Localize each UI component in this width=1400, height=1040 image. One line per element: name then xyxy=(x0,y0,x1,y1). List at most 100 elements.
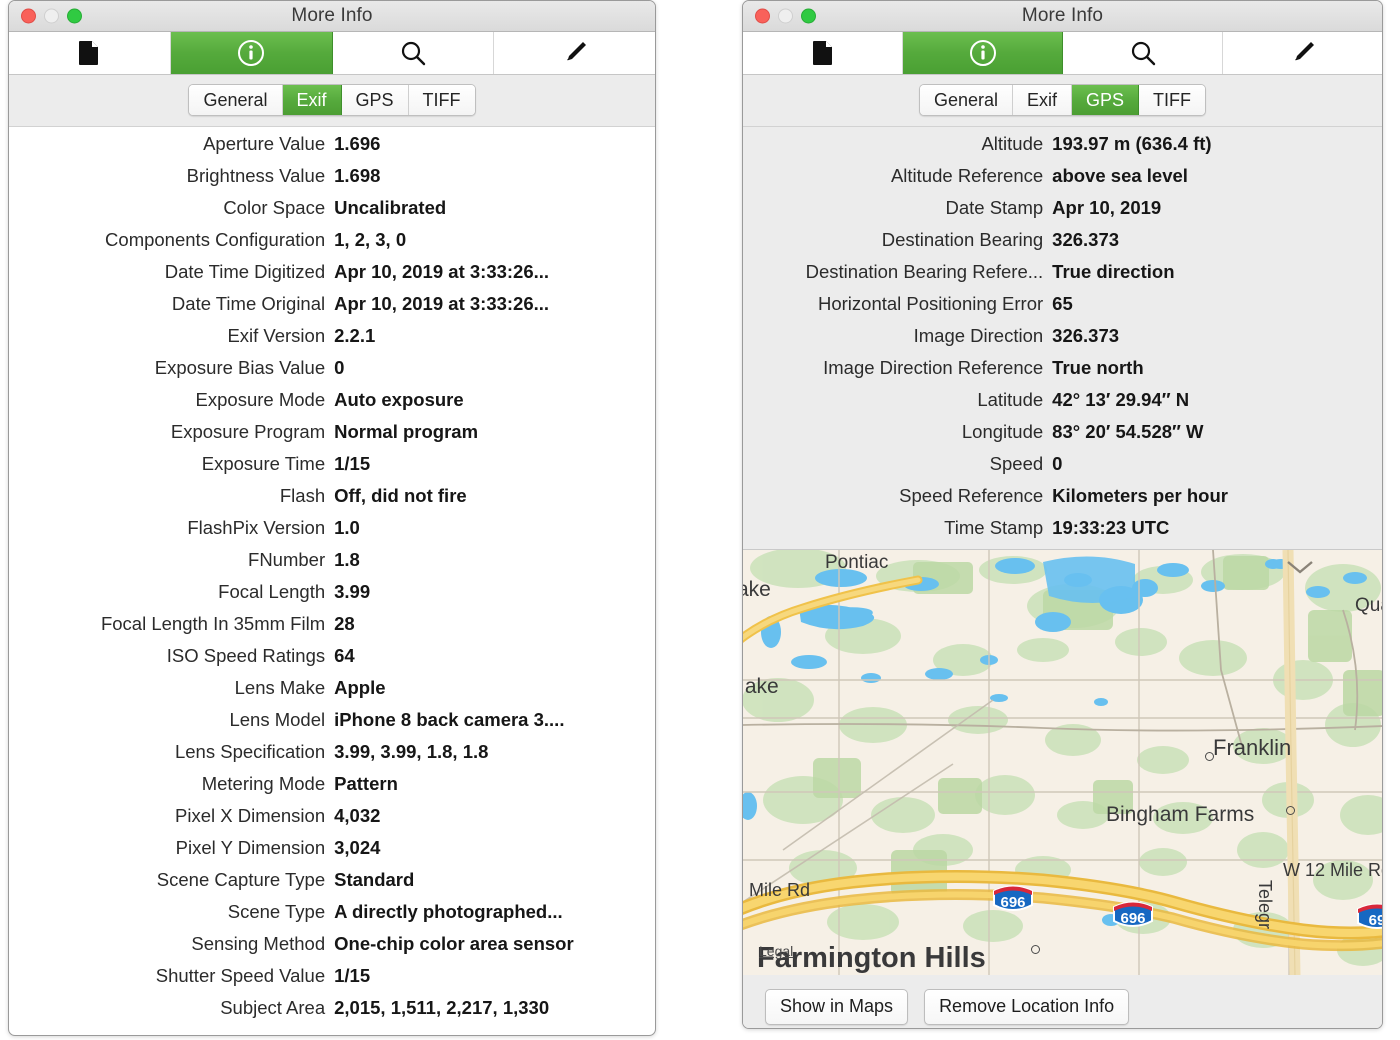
property-key: Destination Bearing Refere... xyxy=(751,261,1052,283)
property-key: Horizontal Positioning Error xyxy=(751,293,1052,315)
property-value: 193.97 m (636.4 ft) xyxy=(1052,133,1372,155)
exif-property-list: Aperture Value1.696Brightness Value1.698… xyxy=(9,127,655,1029)
property-key: Date Stamp xyxy=(751,197,1052,219)
property-key: Longitude xyxy=(751,421,1052,443)
property-row: Date StampApr 10, 2019 xyxy=(743,197,1382,229)
info-icon-button[interactable] xyxy=(903,32,1063,74)
property-key: Exposure Time xyxy=(17,453,334,475)
search-icon-button[interactable] xyxy=(333,32,495,74)
property-value: 19:33:23 UTC xyxy=(1052,517,1372,539)
property-row: Lens MakeApple xyxy=(9,677,655,709)
property-row: FlashOff, did not fire xyxy=(9,485,655,517)
property-value: Apr 10, 2019 xyxy=(1052,197,1372,219)
tab-gps[interactable]: GPS xyxy=(342,85,409,115)
remove-location-info-button[interactable]: Remove Location Info xyxy=(924,989,1129,1025)
property-key: Altitude xyxy=(751,133,1052,155)
pencil-icon-button[interactable] xyxy=(494,32,655,74)
window-controls xyxy=(755,9,816,24)
property-value: 2.2.1 xyxy=(334,325,645,347)
minimize-button[interactable] xyxy=(44,9,59,24)
right-titlebar: More Info xyxy=(743,1,1382,32)
tab-exif[interactable]: Exif xyxy=(1013,85,1072,115)
property-key: Shutter Speed Value xyxy=(17,965,334,987)
property-row: Date Time OriginalApr 10, 2019 at 3:33:2… xyxy=(9,293,655,325)
property-key: Aperture Value xyxy=(17,133,334,155)
property-value: above sea level xyxy=(1052,165,1372,187)
property-key: Brightness Value xyxy=(17,165,334,187)
property-value: 1.696 xyxy=(334,133,645,155)
pencil-icon xyxy=(561,39,589,67)
property-row: Exposure ModeAuto exposure xyxy=(9,389,655,421)
property-key: Components Configuration xyxy=(17,229,334,251)
more-info-window-exif: More Info xyxy=(8,0,656,1036)
property-value: 326.373 xyxy=(1052,229,1372,251)
tab-general[interactable]: General xyxy=(920,85,1013,115)
close-button[interactable] xyxy=(21,9,36,24)
property-value: True north xyxy=(1052,357,1372,379)
property-row: Sensing MethodOne-chip color area sensor xyxy=(9,933,655,965)
map-legal-link[interactable]: Legal xyxy=(759,943,793,959)
property-row: Time Stamp19:33:23 UTC xyxy=(743,517,1382,549)
property-value: 64 xyxy=(334,645,645,667)
pencil-icon-button[interactable] xyxy=(1223,32,1382,74)
property-value: iPhone 8 back camera 3.... xyxy=(334,709,645,731)
minimize-button[interactable] xyxy=(778,9,793,24)
document-icon xyxy=(812,40,834,66)
property-value: 1.0 xyxy=(334,517,645,539)
property-value: Pattern xyxy=(334,773,645,795)
svg-text:696: 696 xyxy=(1120,910,1145,927)
document-icon-button[interactable] xyxy=(9,32,171,74)
property-row: Exposure Bias Value0 xyxy=(9,357,655,389)
maximize-button[interactable] xyxy=(67,9,82,24)
close-button[interactable] xyxy=(755,9,770,24)
property-value: 2,015, 1,511, 2,217, 1,330 xyxy=(334,997,645,1019)
property-key: Image Direction Reference xyxy=(751,357,1052,379)
property-row: Latitude42° 13′ 29.94″ N xyxy=(743,389,1382,421)
search-icon xyxy=(1130,40,1156,66)
tab-tiff[interactable]: TIFF xyxy=(409,85,475,115)
property-row: Lens ModeliPhone 8 back camera 3.... xyxy=(9,709,655,741)
property-value: 42° 13′ 29.94″ N xyxy=(1052,389,1372,411)
gps-property-list: Altitude193.97 m (636.4 ft)Altitude Refe… xyxy=(743,127,1382,549)
window-title: More Info xyxy=(9,5,655,27)
info-icon xyxy=(238,40,264,66)
property-key: Latitude xyxy=(751,389,1052,411)
property-row: Pixel Y Dimension3,024 xyxy=(9,837,655,869)
property-value: 65 xyxy=(1052,293,1372,315)
search-icon-button[interactable] xyxy=(1063,32,1223,74)
property-value: Apple xyxy=(334,677,645,699)
info-icon-button[interactable] xyxy=(171,32,333,74)
map-city-marker xyxy=(1286,806,1295,815)
tab-general[interactable]: General xyxy=(189,85,282,115)
document-icon-button[interactable] xyxy=(743,32,903,74)
info-icon xyxy=(970,40,996,66)
property-value: Normal program xyxy=(334,421,645,443)
property-value: Apr 10, 2019 at 3:33:26... xyxy=(334,293,645,315)
window-title: More Info xyxy=(743,5,1382,27)
left-tabstrip: General Exif GPS TIFF xyxy=(9,75,655,127)
property-key: Altitude Reference xyxy=(751,165,1052,187)
property-value: 4,032 xyxy=(334,805,645,827)
property-key: Focal Length In 35mm Film xyxy=(17,613,334,635)
show-in-maps-button[interactable]: Show in Maps xyxy=(765,989,908,1025)
property-value: True direction xyxy=(1052,261,1372,283)
tab-tiff[interactable]: TIFF xyxy=(1139,85,1205,115)
location-map[interactable]: PontiacakeQua.akeFranklinBingham FarmsW … xyxy=(743,549,1382,975)
property-key: Focal Length xyxy=(17,581,334,603)
maximize-button[interactable] xyxy=(801,9,816,24)
tab-exif[interactable]: Exif xyxy=(283,85,342,115)
right-toolbar xyxy=(743,32,1382,75)
property-key: Exposure Mode xyxy=(17,389,334,411)
property-row: FlashPix Version1.0 xyxy=(9,517,655,549)
property-row: Exif Version2.2.1 xyxy=(9,325,655,357)
property-row: FNumber1.8 xyxy=(9,549,655,581)
property-value: 3.99 xyxy=(334,581,645,603)
tab-gps[interactable]: GPS xyxy=(1072,85,1139,115)
property-row: Date Time DigitizedApr 10, 2019 at 3:33:… xyxy=(9,261,655,293)
property-key: Pixel Y Dimension xyxy=(17,837,334,859)
property-key: Destination Bearing xyxy=(751,229,1052,251)
window-controls xyxy=(21,9,82,24)
property-row: Image Direction ReferenceTrue north xyxy=(743,357,1382,389)
property-value: Auto exposure xyxy=(334,389,645,411)
property-key: Time Stamp xyxy=(751,517,1052,539)
